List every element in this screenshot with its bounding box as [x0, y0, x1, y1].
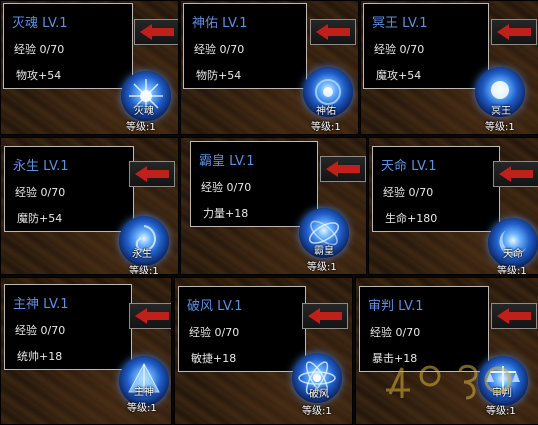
skill-cell-bahuang: 霸皇 LV.1 经验 0/70 力量+18 霸皇 等级:1	[180, 137, 367, 275]
watermark-logo	[380, 352, 530, 414]
skill-cell-tianming: 天命 LV.1 经验 0/70 生命+180 天命 等级:1	[368, 137, 538, 275]
left-arrow-icon	[135, 308, 169, 324]
skill-stat: 统帅+18	[17, 350, 63, 363]
orb-label: 神佑	[316, 106, 336, 117]
left-arrow-icon	[316, 24, 350, 40]
expand-arrow-button[interactable]	[493, 161, 538, 187]
skill-level: 等级:1	[129, 266, 159, 275]
skill-stat: 物攻+54	[16, 69, 62, 82]
skill-cell-miehun: 灭魂 LV.1 经验 0/70 物攻+54 灭魂 等级:1	[0, 0, 179, 135]
orb-label: 天命	[503, 249, 523, 260]
skill-level: 等级:1	[127, 403, 157, 414]
skill-exp: 经验 0/70	[15, 186, 66, 199]
skill-tooltip: 神佑 LV.1 经验 0/70 物防+54	[183, 3, 307, 89]
skill-tooltip: 天命 LV.1 经验 0/70 生命+180	[372, 146, 500, 232]
left-arrow-icon	[499, 166, 533, 182]
skill-exp: 经验 0/70	[370, 326, 421, 339]
skill-tooltip: 主神 LV.1 经验 0/70 统帅+18	[4, 284, 132, 370]
expand-arrow-button[interactable]	[134, 19, 178, 45]
orb-label: 冥王	[491, 106, 511, 117]
skill-exp: 经验 0/70	[383, 186, 434, 199]
skill-cell-mingwang: 冥王 LV.1 经验 0/70 魔攻+54 冥王 等级:1	[360, 0, 538, 135]
orb-label: 主神	[134, 387, 154, 398]
skill-level: 等级:1	[302, 406, 332, 417]
skill-exp: 经验 0/70	[194, 43, 245, 56]
expand-arrow-button[interactable]	[491, 19, 537, 45]
skill-cell-shenyou: 神佑 LV.1 经验 0/70 物防+54 神佑 等级:1	[180, 0, 359, 135]
skill-stat: 魔攻+54	[376, 69, 422, 82]
skill-tooltip: 永生 LV.1 经验 0/70 魔防+54	[4, 146, 134, 232]
skill-stat: 生命+180	[385, 212, 438, 225]
expand-arrow-button[interactable]	[310, 19, 356, 45]
expand-arrow-button[interactable]	[491, 303, 537, 329]
skill-cell-zhushen: 主神 LV.1 经验 0/70 统帅+18 主神 等级:1	[0, 277, 172, 425]
skill-exp: 经验 0/70	[201, 181, 252, 194]
left-arrow-icon	[497, 308, 531, 324]
skill-title: 神佑 LV.1	[192, 16, 248, 31]
skill-stat: 魔防+54	[17, 212, 63, 225]
skill-title: 破风 LV.1	[187, 299, 243, 314]
skill-title: 主神 LV.1	[13, 297, 69, 312]
left-arrow-icon	[308, 308, 342, 324]
skill-level: 等级:1	[311, 122, 341, 133]
skill-cell-pofeng: 破风 LV.1 经验 0/70 敏捷+18 破风 等级:1	[174, 277, 353, 425]
left-arrow-icon	[140, 24, 174, 40]
expand-arrow-button[interactable]	[129, 303, 171, 329]
left-arrow-icon	[135, 166, 169, 182]
skill-stat: 力量+18	[203, 207, 249, 220]
skill-title: 冥王 LV.1	[372, 16, 428, 31]
skill-exp: 经验 0/70	[14, 43, 65, 56]
expand-arrow-button[interactable]	[320, 156, 366, 182]
left-arrow-icon	[497, 24, 531, 40]
skill-orb[interactable]	[488, 218, 538, 268]
skill-level: 等级:1	[307, 262, 337, 273]
skill-title: 霸皇 LV.1	[199, 154, 255, 169]
skill-title: 永生 LV.1	[13, 159, 69, 174]
crescent-orb-icon	[499, 230, 526, 256]
orb-label: 永生	[132, 249, 152, 260]
left-arrow-icon	[326, 161, 360, 177]
skill-title: 审判 LV.1	[368, 299, 424, 314]
skill-exp: 经验 0/70	[189, 326, 240, 339]
skill-title: 灭魂 LV.1	[12, 16, 68, 31]
skill-tooltip: 灭魂 LV.1 经验 0/70 物攻+54	[3, 3, 133, 89]
skill-title: 天命 LV.1	[381, 159, 437, 174]
skill-tooltip: 冥王 LV.1 经验 0/70 魔攻+54	[363, 3, 489, 89]
skill-exp: 经验 0/70	[15, 324, 66, 337]
skill-level: 等级:1	[485, 122, 515, 133]
orb-label: 灭魂	[134, 106, 154, 117]
4399-logo-icon	[386, 364, 512, 400]
skill-cell-yongsheng: 永生 LV.1 经验 0/70 魔防+54 永生 等级:1	[0, 137, 179, 275]
orb-label: 破风	[309, 389, 329, 400]
expand-arrow-button[interactable]	[129, 161, 175, 187]
skill-stat: 敏捷+18	[191, 352, 237, 365]
skill-level: 等级:1	[126, 122, 156, 133]
skill-tooltip: 破风 LV.1 经验 0/70 敏捷+18	[178, 286, 306, 372]
skill-exp: 经验 0/70	[374, 43, 425, 56]
expand-arrow-button[interactable]	[302, 303, 348, 329]
skill-level: 等级:1	[497, 266, 527, 275]
skill-stat: 物防+54	[196, 69, 242, 82]
orb-label: 霸皇	[314, 246, 334, 257]
